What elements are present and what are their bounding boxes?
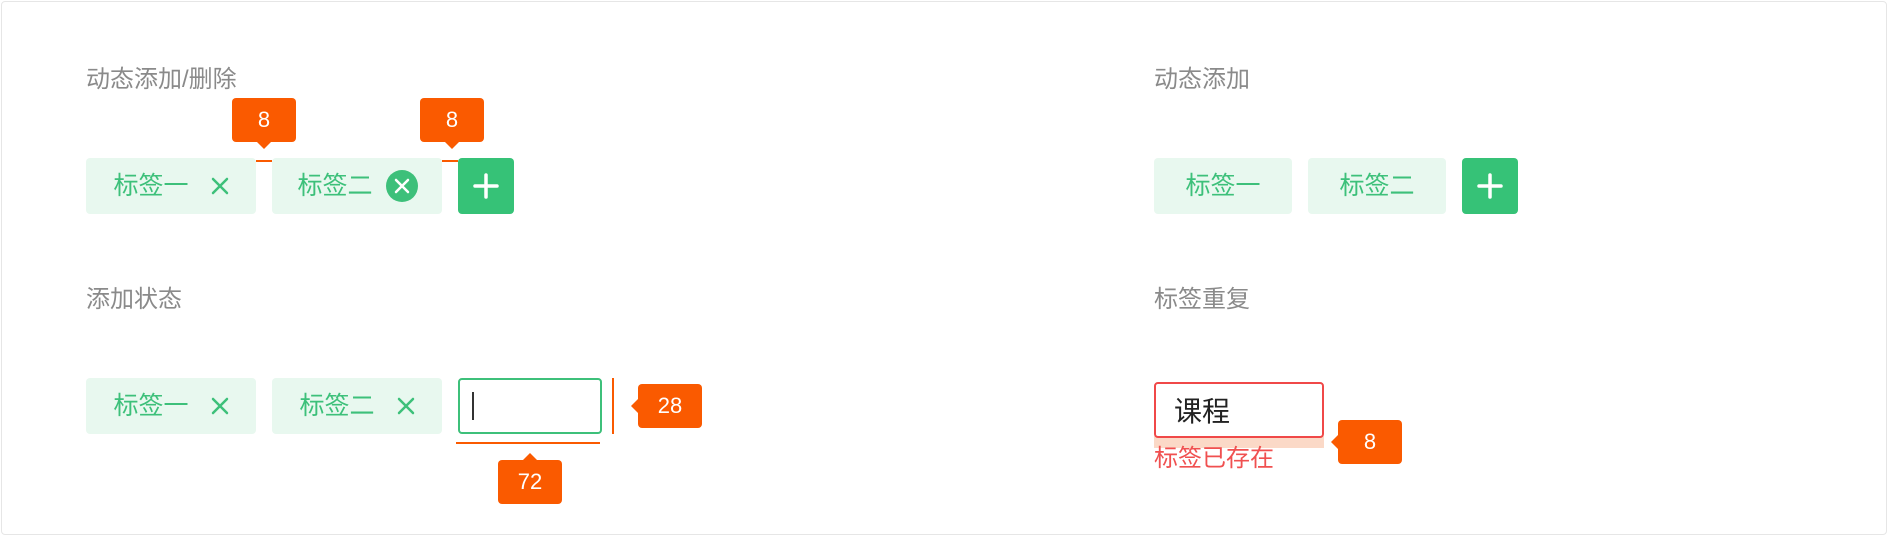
tag-item-hover[interactable]: 标签二: [272, 158, 442, 214]
tag-label: 标签一: [113, 172, 189, 200]
plus-icon: [473, 173, 499, 199]
width-measure-line: [456, 442, 600, 444]
tag-label: 标签二: [1339, 172, 1415, 200]
close-icon[interactable]: [206, 392, 234, 420]
plus-icon: [1477, 173, 1503, 199]
close-icon[interactable]: [206, 172, 234, 200]
error-message: 标签已存在: [1154, 445, 1274, 472]
section-title-dynamic-add-delete: 动态添加/删除: [86, 66, 237, 93]
tag-item[interactable]: 标签一: [86, 378, 256, 434]
gap-annotation-badge: 8: [232, 98, 296, 149]
add-tag-button[interactable]: [1462, 158, 1518, 214]
tag-item[interactable]: 标签二: [272, 378, 442, 434]
gap-measure-line: [442, 160, 458, 162]
annotation-value: 8: [445, 107, 459, 132]
gap-annotation-badge: 8: [1331, 420, 1402, 464]
close-circle-icon[interactable]: [386, 170, 418, 202]
section-title-dynamic-add: 动态添加: [1154, 66, 1250, 93]
close-icon[interactable]: [392, 392, 420, 420]
text-cursor: [472, 392, 474, 420]
tag-item[interactable]: 标签一: [86, 158, 256, 214]
tag-label: 标签二: [297, 172, 373, 200]
width-annotation-badge: 72: [498, 453, 562, 504]
section-title-duplicate-tag: 标签重复: [1154, 286, 1250, 313]
annotation-value: 28: [657, 393, 683, 418]
tag-label: 标签一: [113, 392, 189, 420]
gap-measure-line: [256, 160, 272, 162]
annotation-value: 72: [517, 469, 543, 494]
height-annotation-badge: 28: [631, 384, 702, 428]
tag-label: 标签一: [1185, 172, 1261, 200]
add-tag-button[interactable]: [458, 158, 514, 214]
height-measure-line: [612, 378, 614, 434]
tag-item[interactable]: 标签二: [1308, 158, 1446, 214]
section-title-add-state: 添加状态: [86, 286, 182, 313]
annotation-value: 8: [1363, 429, 1377, 454]
annotation-value: 8: [257, 107, 271, 132]
canvas-frame: [1, 1, 1887, 535]
tag-label: 标签二: [299, 392, 375, 420]
tag-item[interactable]: 标签一: [1154, 158, 1292, 214]
duplicate-tag-input[interactable]: [1154, 382, 1324, 438]
new-tag-input[interactable]: [458, 378, 602, 434]
gap-annotation-badge: 8: [420, 98, 484, 149]
